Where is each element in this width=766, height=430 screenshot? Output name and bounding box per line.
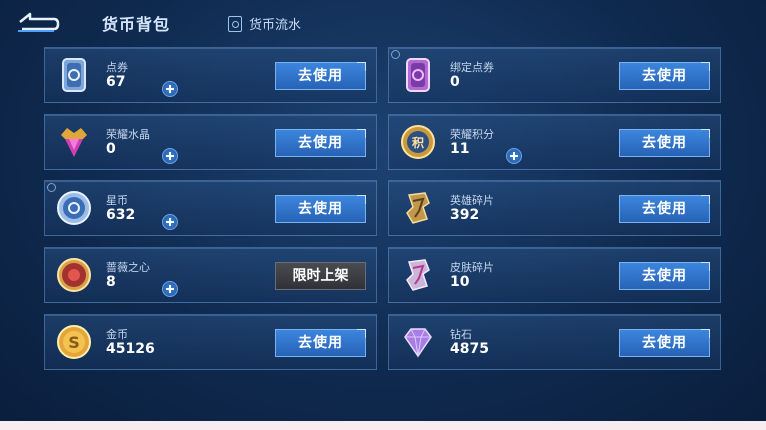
currency-name: 绑定点券 xyxy=(450,61,494,74)
add-button[interactable] xyxy=(506,148,522,164)
limited-time-button: 限时上架 xyxy=(275,262,366,290)
currency-amount: 632 xyxy=(106,207,136,223)
skin-shard-icon xyxy=(406,259,430,291)
currency-amount: 10 xyxy=(450,274,470,290)
currency-amount: 8 xyxy=(106,274,116,290)
page-title: 货币背包 xyxy=(102,15,171,34)
rose-heart-icon xyxy=(57,258,91,292)
coupon-icon xyxy=(62,58,86,92)
top-bar: 货币背包 货币流水 xyxy=(0,0,766,44)
currency-amount: 0 xyxy=(450,74,460,90)
currency-name: 荣耀水晶 xyxy=(106,128,150,141)
use-button[interactable]: 去使用 xyxy=(275,129,366,157)
currency-amount: 4875 xyxy=(450,341,489,357)
currency-card-hero-shard: 英雄碎片 392 去使用 xyxy=(388,180,721,236)
currency-name: 金币 xyxy=(106,328,128,341)
currency-amount: 45126 xyxy=(106,341,155,357)
use-button[interactable]: 去使用 xyxy=(275,195,366,223)
currency-name: 蔷薇之心 xyxy=(106,261,150,274)
gold-coin-icon: S xyxy=(57,325,91,359)
currency-name: 点券 xyxy=(106,61,128,74)
currency-amount: 67 xyxy=(106,74,126,90)
currency-card-honor-points: 积 荣耀积分 11 去使用 xyxy=(388,114,721,170)
currency-flow-icon xyxy=(228,15,242,32)
svg-text:积: 积 xyxy=(412,135,424,150)
add-button[interactable] xyxy=(162,81,178,97)
currency-flow-link[interactable]: 货币流水 xyxy=(228,14,301,33)
currency-name: 荣耀积分 xyxy=(450,128,494,141)
use-button[interactable]: 去使用 xyxy=(619,262,710,290)
use-button[interactable]: 去使用 xyxy=(275,329,366,357)
currency-amount: 0 xyxy=(106,141,116,157)
star-coin-icon xyxy=(57,191,91,225)
hero-shard-icon xyxy=(406,192,430,224)
currency-amount: 11 xyxy=(450,141,470,157)
currency-card-rose-heart: 蔷薇之心 8 限时上架 xyxy=(44,247,377,303)
honor-points-icon: 积 xyxy=(401,125,435,159)
currency-name: 英雄碎片 xyxy=(450,194,494,207)
back-arrow-icon[interactable] xyxy=(14,10,60,34)
add-button[interactable] xyxy=(162,214,178,230)
currency-amount: 392 xyxy=(450,207,480,223)
currency-card-star-coin: 星币 632 去使用 xyxy=(44,180,377,236)
add-button[interactable] xyxy=(162,281,178,297)
currency-card-bound-coupon: 绑定点券 0 去使用 xyxy=(388,47,721,103)
currency-card-coupon: 点券 67 去使用 xyxy=(44,47,377,103)
currency-flow-label: 货币流水 xyxy=(249,18,302,33)
currency-card-crystal: 荣耀水晶 0 去使用 xyxy=(44,114,377,170)
svg-text:S: S xyxy=(68,333,80,352)
use-button[interactable]: 去使用 xyxy=(619,195,710,223)
currency-name: 皮肤碎片 xyxy=(450,261,494,274)
currency-card-gold-coin: S 金币 45126 去使用 xyxy=(44,314,377,370)
bottom-strip xyxy=(0,421,766,430)
add-button[interactable] xyxy=(162,148,178,164)
currency-card-diamond: 钻石 4875 去使用 xyxy=(388,314,721,370)
use-button[interactable]: 去使用 xyxy=(275,62,366,90)
bound-coupon-icon xyxy=(406,58,430,92)
currency-name: 钻石 xyxy=(450,328,472,341)
use-button[interactable]: 去使用 xyxy=(619,62,710,90)
use-button[interactable]: 去使用 xyxy=(619,129,710,157)
currency-name: 星币 xyxy=(106,194,128,207)
use-button[interactable]: 去使用 xyxy=(619,329,710,357)
diamond-icon xyxy=(404,328,432,358)
currency-card-skin-shard: 皮肤碎片 10 去使用 xyxy=(388,247,721,303)
crystal-icon xyxy=(61,128,87,157)
